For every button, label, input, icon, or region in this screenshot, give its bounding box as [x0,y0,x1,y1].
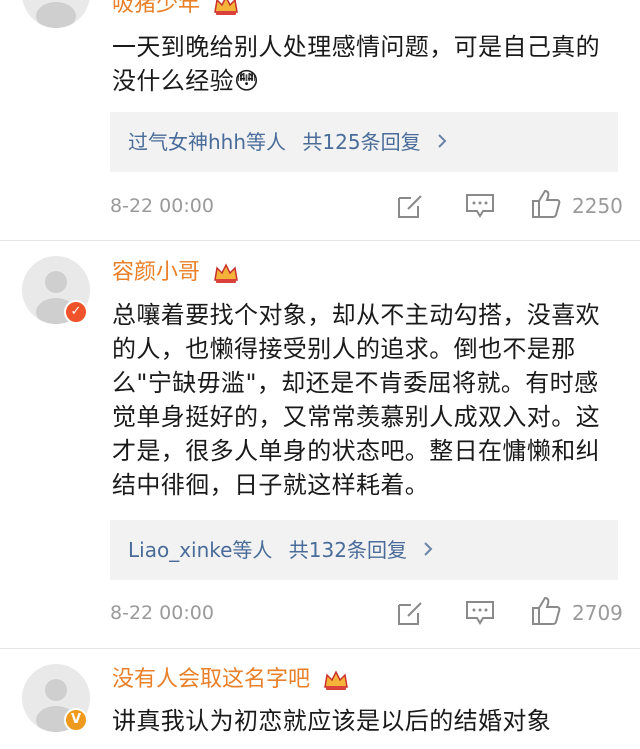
reply-names: 过气女神hhh等人 [128,130,287,154]
edit-icon[interactable] [396,192,426,220]
divider [0,240,640,241]
like-count: 2709 [572,601,623,625]
comment-text: 讲真我认为初恋就应该是以后的结婚对象 [112,707,552,735]
like-icon[interactable] [530,188,562,220]
replies-link[interactable]: Liao_xinke等人 共132条回复 [110,520,618,580]
divider [0,648,640,649]
chevron-right-icon [423,520,433,580]
verified-badge-icon: V [64,708,88,732]
username[interactable]: 没有人会取这名字吧 [112,665,349,695]
timestamp: 8-22 00:00 [110,602,214,624]
verified-badge-icon: ✓ [64,300,88,324]
chevron-right-icon [437,112,447,172]
crown-icon [214,263,238,283]
crown-icon [214,0,238,15]
user-avatar-icon [36,2,76,28]
edit-icon[interactable] [396,599,426,627]
crown-icon [324,670,348,690]
reply-count: 共125条回复 [302,130,421,154]
like-count: 2250 [572,194,623,218]
comment-text: 总嚷着要找个对象，却从不主动勾搭，没喜欢的人，也懒得接受别人的追求。倒也不是那么… [112,301,600,499]
username[interactable]: 容颜小哥 [112,258,239,288]
avatar[interactable] [22,0,90,28]
comment-text: 一天到晚给别人处理感情问题，可是自己真的没什么经验😳 [112,33,600,95]
reply-count: 共132条回复 [288,538,407,562]
replies-link[interactable]: 过气女神hhh等人 共125条回复 [110,112,618,172]
comment-icon[interactable] [464,599,496,627]
username[interactable]: 吸猪少年 [112,0,239,20]
like-icon[interactable] [530,595,562,627]
reply-names: Liao_xinke等人 [128,538,273,562]
timestamp: 8-22 00:00 [110,195,214,217]
comment-icon[interactable] [464,192,496,220]
